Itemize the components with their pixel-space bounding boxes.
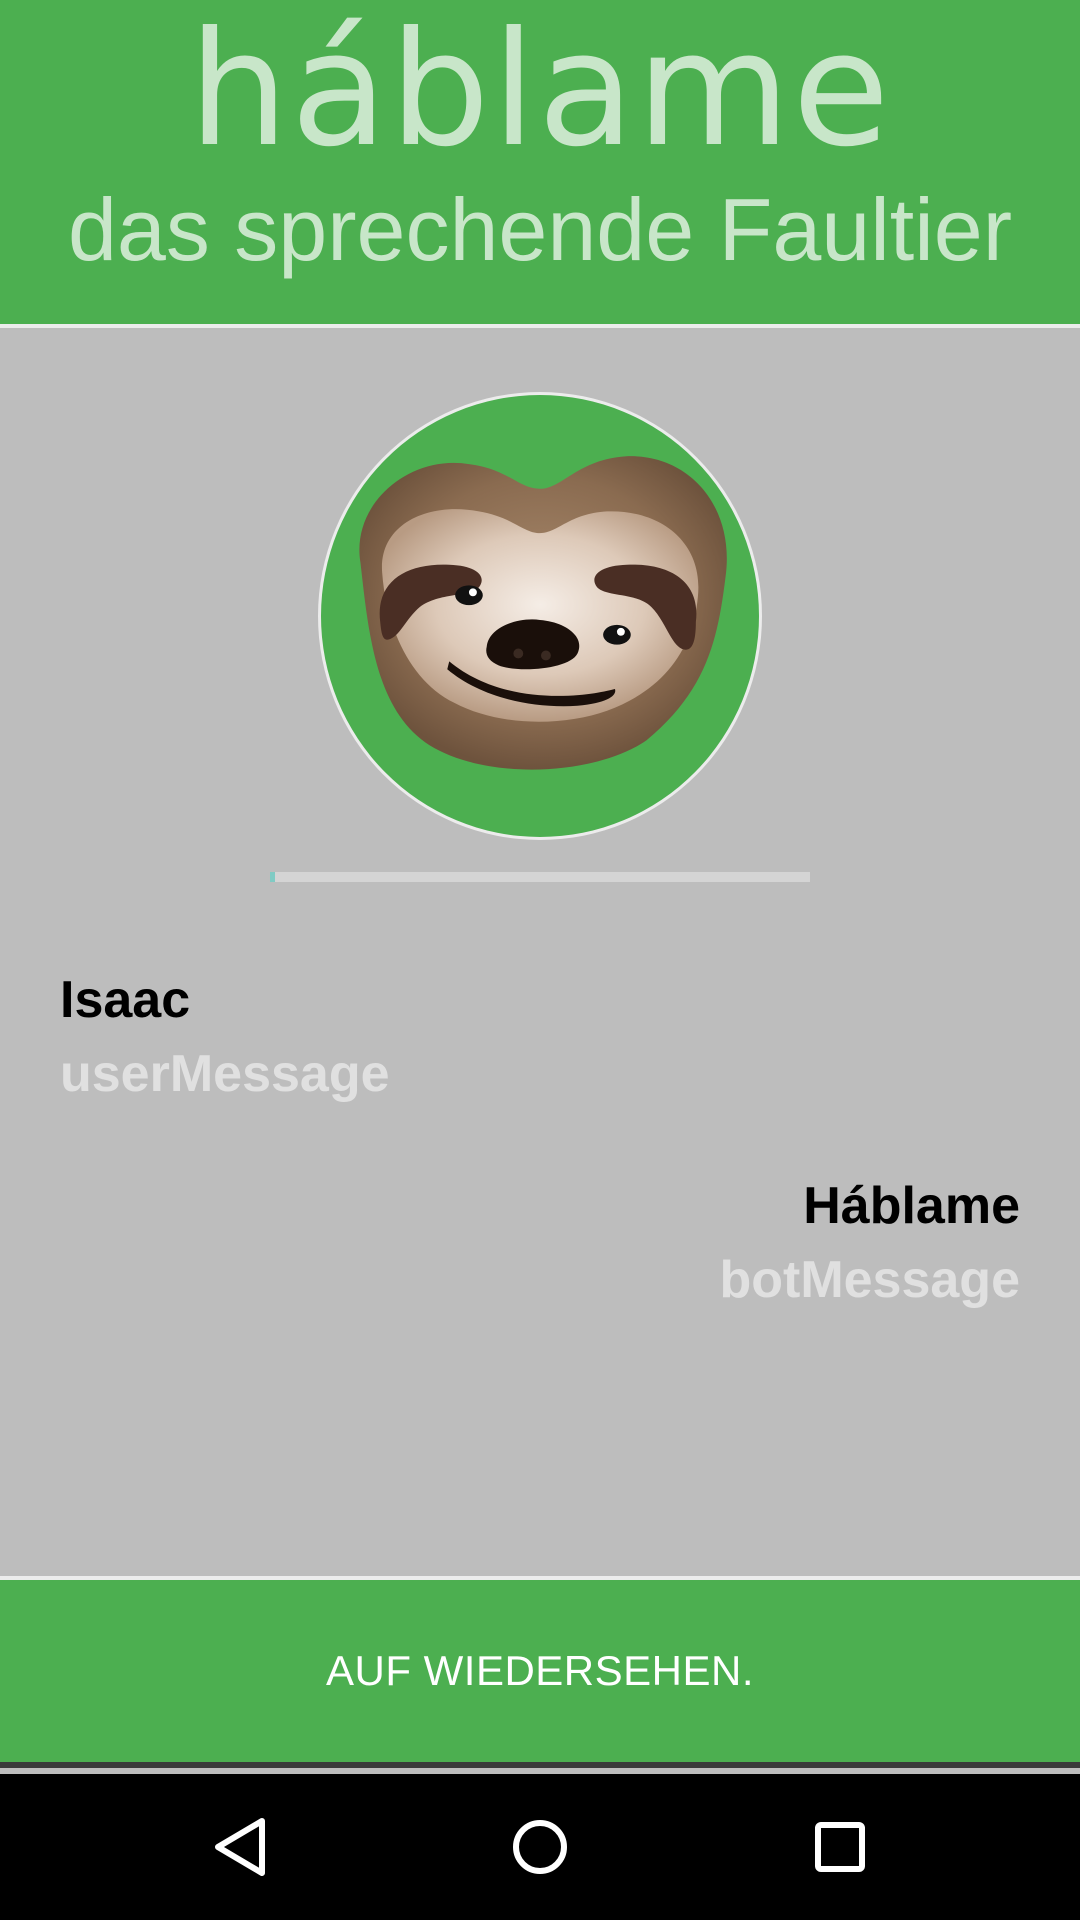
- speech-progress-bar: [270, 872, 810, 882]
- user-message: userMessage: [60, 1045, 390, 1103]
- nav-home-button[interactable]: [480, 1774, 600, 1920]
- back-triangle-icon: [215, 1818, 265, 1876]
- progress-fill: [270, 872, 276, 882]
- system-nav-bar: [0, 1774, 1080, 1920]
- app-header: háblame das sprechende Faultier: [0, 0, 1080, 328]
- app-subtitle: das sprechende Faultier: [67, 180, 1013, 279]
- bot-name: Háblame: [803, 1177, 1020, 1235]
- recents-square-icon: [815, 1822, 865, 1872]
- home-circle-icon: [513, 1820, 567, 1874]
- sloth-face-icon: [359, 456, 727, 770]
- app-logo: háblame: [188, 0, 892, 182]
- sloth-avatar[interactable]: [318, 392, 762, 840]
- user-name: Isaac: [60, 971, 191, 1029]
- goodbye-button[interactable]: AUF WIEDERSEHEN.: [0, 1576, 1080, 1768]
- app-screen: háblame das sprechende Faultier Isaac us…: [0, 0, 1080, 1920]
- bot-message: botMessage: [719, 1251, 1020, 1309]
- nav-back-button[interactable]: [180, 1774, 300, 1920]
- nav-recents-button[interactable]: [780, 1774, 900, 1920]
